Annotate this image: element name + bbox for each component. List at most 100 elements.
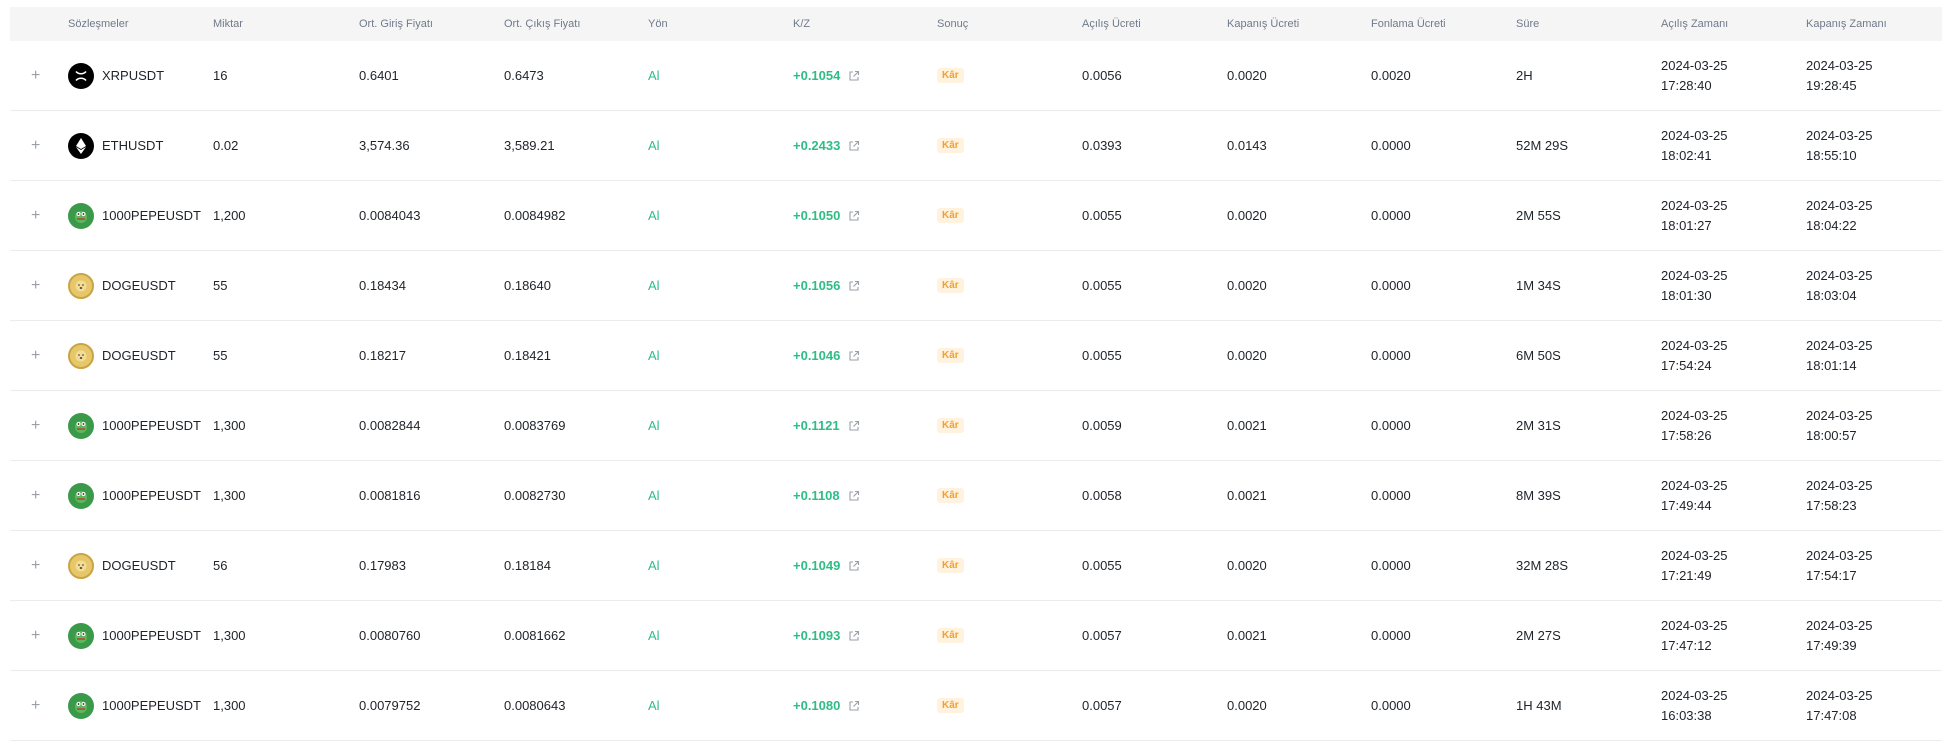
open-clock-text: 17:21:49 bbox=[1661, 567, 1712, 583]
avg-entry-price: 0.17983 bbox=[359, 558, 406, 573]
close-clock-text: 18:55:10 bbox=[1806, 147, 1857, 163]
avg-entry-price: 0.6401 bbox=[359, 68, 399, 83]
side-label: Al bbox=[648, 348, 660, 363]
open-fee: 0.0055 bbox=[1082, 208, 1122, 223]
open-clock-text: 17:58:26 bbox=[1661, 427, 1712, 443]
header-avg-exit-price[interactable]: Ort. Çıkış Fiyatı bbox=[504, 7, 580, 41]
header-avg-entry-price[interactable]: Ort. Giriş Fiyatı bbox=[359, 7, 433, 41]
open-fee: 0.0056 bbox=[1082, 68, 1122, 83]
funding-fee: 0.0000 bbox=[1371, 558, 1411, 573]
close-time: 2024-03-25 18:03:04 bbox=[1806, 251, 1873, 320]
expand-row-button[interactable]: + bbox=[31, 67, 40, 84]
header-side[interactable]: Yön bbox=[648, 7, 668, 41]
close-date-text: 2024-03-25 bbox=[1806, 267, 1873, 283]
external-link-icon[interactable] bbox=[848, 630, 860, 642]
close-date-text: 2024-03-25 bbox=[1806, 127, 1873, 143]
expand-row-button[interactable]: + bbox=[31, 697, 40, 714]
header-open-time[interactable]: Açılış Zamanı bbox=[1661, 7, 1728, 41]
doge-icon bbox=[68, 272, 94, 299]
close-clock-text: 18:03:04 bbox=[1806, 287, 1857, 303]
open-time: 2024-03-25 17:21:49 bbox=[1661, 531, 1728, 600]
external-link-icon[interactable] bbox=[848, 350, 860, 362]
result-badge: Kâr bbox=[937, 418, 964, 433]
external-link-icon[interactable] bbox=[848, 210, 860, 222]
expand-row-button[interactable]: + bbox=[31, 417, 40, 434]
expand-row-button[interactable]: + bbox=[31, 277, 40, 294]
external-link-icon[interactable] bbox=[848, 700, 860, 712]
close-date-text: 2024-03-25 bbox=[1806, 197, 1873, 213]
external-link-icon[interactable] bbox=[848, 70, 860, 82]
quantity: 1,300 bbox=[213, 488, 246, 503]
external-link-icon[interactable] bbox=[848, 490, 860, 502]
duration: 2M 31S bbox=[1516, 418, 1561, 433]
duration: 1M 34S bbox=[1516, 278, 1561, 293]
table-row[interactable]: + DOGEUSDT 55 0.18434 0.18640 Al +0.1056… bbox=[10, 251, 1942, 321]
external-link-icon[interactable] bbox=[848, 560, 860, 572]
table-row[interactable]: + XRPUSDT 16 0.6401 0.6473 Al +0.1054 Kâ… bbox=[10, 41, 1942, 111]
result-badge: Kâr bbox=[937, 208, 964, 223]
avg-entry-price: 0.18434 bbox=[359, 278, 406, 293]
result-badge: Kâr bbox=[937, 138, 964, 153]
open-time: 2024-03-25 17:47:12 bbox=[1661, 601, 1728, 670]
close-time: 2024-03-25 17:47:08 bbox=[1806, 671, 1873, 740]
contract-symbol: 1000PEPEUSDT bbox=[102, 698, 201, 713]
result-badge: Kâr bbox=[937, 488, 964, 503]
expand-row-button[interactable]: + bbox=[31, 207, 40, 224]
contract-symbol: ETHUSDT bbox=[102, 138, 164, 153]
header-close-fee[interactable]: Kapanış Ücreti bbox=[1227, 7, 1299, 41]
header-close-time[interactable]: Kapanış Zamanı bbox=[1806, 7, 1887, 41]
close-date-text: 2024-03-25 bbox=[1806, 547, 1873, 563]
table-body: + XRPUSDT 16 0.6401 0.6473 Al +0.1054 Kâ… bbox=[10, 41, 1942, 741]
header-duration[interactable]: Süre bbox=[1516, 7, 1539, 41]
contract-cell: 1000PEPEUSDT bbox=[68, 601, 201, 670]
table-row[interactable]: + DOGEUSDT 55 0.18217 0.18421 Al +0.1046… bbox=[10, 321, 1942, 391]
close-time: 2024-03-25 17:49:39 bbox=[1806, 601, 1873, 670]
table-row[interactable]: + 1000PEPEUSDT 1,300 0.0079752 0.0080643… bbox=[10, 671, 1942, 741]
open-time: 2024-03-25 17:28:40 bbox=[1661, 41, 1728, 110]
pnl-cell: +0.1056 bbox=[793, 251, 860, 320]
expand-row-button[interactable]: + bbox=[31, 627, 40, 644]
close-time: 2024-03-25 17:54:17 bbox=[1806, 531, 1873, 600]
open-date-text: 2024-03-25 bbox=[1661, 687, 1728, 703]
pepe-icon bbox=[68, 622, 94, 649]
table-row[interactable]: + 1000PEPEUSDT 1,300 0.0082844 0.0083769… bbox=[10, 391, 1942, 461]
avg-exit-price: 0.18421 bbox=[504, 348, 551, 363]
expand-row-button[interactable]: + bbox=[31, 347, 40, 364]
close-time: 2024-03-25 17:58:23 bbox=[1806, 461, 1873, 530]
expand-row-button[interactable]: + bbox=[31, 137, 40, 154]
open-clock-text: 16:03:38 bbox=[1661, 707, 1712, 723]
header-result[interactable]: Sonuç bbox=[937, 7, 968, 41]
header-pnl[interactable]: K/Z bbox=[793, 7, 810, 41]
header-contracts[interactable]: Sözleşmeler bbox=[68, 7, 129, 41]
external-link-icon[interactable] bbox=[848, 280, 860, 292]
open-time: 2024-03-25 17:49:44 bbox=[1661, 461, 1728, 530]
avg-entry-price: 0.0080760 bbox=[359, 628, 421, 643]
expand-row-button[interactable]: + bbox=[31, 487, 40, 504]
duration: 32M 28S bbox=[1516, 558, 1569, 573]
open-fee: 0.0059 bbox=[1082, 418, 1122, 433]
close-fee: 0.0021 bbox=[1227, 488, 1267, 503]
open-fee: 0.0055 bbox=[1082, 278, 1122, 293]
table-row[interactable]: + 1000PEPEUSDT 1,300 0.0081816 0.0082730… bbox=[10, 461, 1942, 531]
expand-row-button[interactable]: + bbox=[31, 557, 40, 574]
table-row[interactable]: + ETHUSDT 0.02 3,574.36 3,589.21 Al +0.2… bbox=[10, 111, 1942, 181]
table-row[interactable]: + 1000PEPEUSDT 1,200 0.0084043 0.0084982… bbox=[10, 181, 1942, 251]
table-row[interactable]: + DOGEUSDT 56 0.17983 0.18184 Al +0.1049… bbox=[10, 531, 1942, 601]
external-link-icon[interactable] bbox=[848, 140, 860, 152]
open-fee: 0.0393 bbox=[1082, 138, 1122, 153]
external-link-icon[interactable] bbox=[848, 420, 860, 432]
table-row[interactable]: + 1000PEPEUSDT 1,300 0.0080760 0.0081662… bbox=[10, 601, 1942, 671]
open-date-text: 2024-03-25 bbox=[1661, 127, 1728, 143]
contract-cell: ETHUSDT bbox=[68, 111, 163, 180]
open-date-text: 2024-03-25 bbox=[1661, 617, 1728, 633]
header-funding-fee[interactable]: Fonlama Ücreti bbox=[1371, 7, 1446, 41]
contract-symbol: DOGEUSDT bbox=[102, 278, 176, 293]
contract-cell: 1000PEPEUSDT bbox=[68, 391, 201, 460]
header-open-fee[interactable]: Açılış Ücreti bbox=[1082, 7, 1141, 41]
avg-exit-price: 0.0080643 bbox=[504, 698, 566, 713]
result-badge: Kâr bbox=[937, 698, 964, 713]
header-quantity[interactable]: Miktar bbox=[213, 7, 243, 41]
close-time: 2024-03-25 18:01:14 bbox=[1806, 321, 1873, 390]
close-date-text: 2024-03-25 bbox=[1806, 337, 1873, 353]
result-badge: Kâr bbox=[937, 558, 964, 573]
